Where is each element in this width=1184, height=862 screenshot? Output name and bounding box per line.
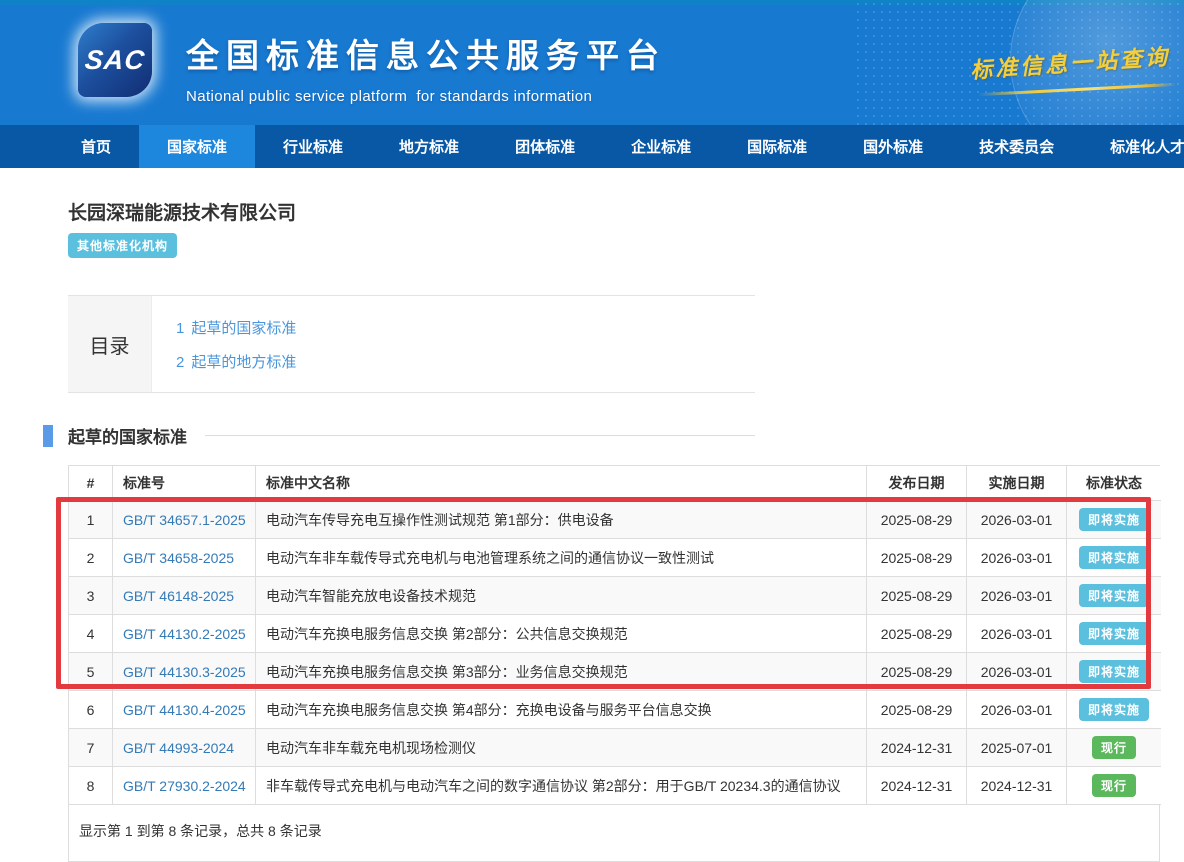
standard-number-link[interactable]: GB/T 44993-2024 — [123, 740, 234, 756]
status-badge: 即将实施 — [1079, 698, 1149, 721]
row-index: 7 — [69, 729, 113, 767]
status-badge: 即将实施 — [1079, 508, 1149, 531]
table-row: 6 GB/T 44130.4-2025 电动汽车充换电服务信息交换 第4部分：充… — [69, 691, 1161, 729]
table-row: 2 GB/T 34658-2025 电动汽车非车载传导式充电机与电池管理系统之间… — [69, 539, 1161, 577]
col-header-name: 标准中文名称 — [256, 466, 867, 501]
standard-name: 电动汽车充换电服务信息交换 第2部分：公共信息交换规范 — [256, 615, 867, 653]
row-index: 8 — [69, 767, 113, 805]
publish-date: 2025-08-29 — [867, 577, 967, 615]
content-area: 长园深瑞能源技术有限公司 其他标准化机构 目录 1起草的国家标准2起草的地方标准… — [0, 203, 1184, 862]
table-row: 7 GB/T 44993-2024 电动汽车非车载充电机现场检测仪 2024-1… — [69, 729, 1161, 767]
implement-date: 2024-12-31 — [967, 767, 1067, 805]
implement-date: 2026-03-01 — [967, 615, 1067, 653]
toc-label: 目录 — [68, 296, 152, 392]
implement-date: 2025-07-01 — [967, 729, 1067, 767]
standard-name: 非车载传导式充电机与电动汽车之间的数字通信协议 第2部分：用于GB/T 2023… — [256, 767, 867, 805]
sac-logo-text: SAC — [83, 45, 146, 76]
nav-item[interactable]: 国家标准 — [139, 125, 255, 168]
implement-date: 2026-03-01 — [967, 539, 1067, 577]
row-index: 3 — [69, 577, 113, 615]
toc-link[interactable]: 1起草的国家标准 — [176, 317, 296, 338]
implement-date: 2026-03-01 — [967, 691, 1067, 729]
site-header: SAC 全国标准信息公共服务平台 National public service… — [0, 0, 1184, 125]
standard-name: 电动汽车传导充电互操作性测试规范 第1部分：供电设备 — [256, 501, 867, 539]
status-badge: 即将实施 — [1079, 584, 1149, 607]
section-marker — [43, 425, 53, 447]
table-header-row: # 标准号 标准中文名称 发布日期 实施日期 标准状态 — [69, 466, 1161, 501]
table-of-contents: 目录 1起草的国家标准 2起草的地方标准 — [68, 295, 755, 393]
standard-name: 电动汽车智能充放电设备技术规范 — [256, 577, 867, 615]
col-header-status: 标准状态 — [1067, 466, 1161, 501]
section-divider — [205, 435, 755, 436]
table-row: 4 GB/T 44130.2-2025 电动汽车充换电服务信息交换 第2部分：公… — [69, 615, 1161, 653]
standard-name: 电动汽车充换电服务信息交换 第3部分：业务信息交换规范 — [256, 653, 867, 691]
nav-item[interactable]: 技术委员会 — [951, 125, 1082, 168]
standards-table: # 标准号 标准中文名称 发布日期 实施日期 标准状态 1 GB/T 34657… — [69, 466, 1161, 805]
nav-item[interactable]: 企业标准 — [603, 125, 719, 168]
publish-date: 2025-08-29 — [867, 615, 967, 653]
table-row: 1 GB/T 34657.1-2025 电动汽车传导充电互操作性测试规范 第1部… — [69, 501, 1161, 539]
row-index: 5 — [69, 653, 113, 691]
col-header-impl-date: 实施日期 — [967, 466, 1067, 501]
section-header: 起草的国家标准 — [43, 423, 755, 448]
site-subtitle: National public service platform for sta… — [186, 88, 666, 105]
status-badge: 即将实施 — [1079, 622, 1149, 645]
standard-number-link[interactable]: GB/T 44130.2-2025 — [123, 626, 246, 642]
standard-name: 电动汽车充换电服务信息交换 第4部分：充换电设备与服务平台信息交换 — [256, 691, 867, 729]
implement-date: 2026-03-01 — [967, 653, 1067, 691]
standard-number-link[interactable]: GB/T 34657.1-2025 — [123, 512, 246, 528]
org-type-badge: 其他标准化机构 — [68, 233, 177, 258]
nav-item[interactable]: 行业标准 — [255, 125, 371, 168]
publish-date: 2024-12-31 — [867, 729, 967, 767]
standard-number-link[interactable]: GB/T 44130.3-2025 — [123, 664, 246, 680]
implement-date: 2026-03-01 — [967, 577, 1067, 615]
standard-number-link[interactable]: GB/T 27930.2-2024 — [123, 778, 246, 794]
site-brand: 全国标准信息公共服务平台 National public service pla… — [186, 29, 666, 105]
row-index: 2 — [69, 539, 113, 577]
nav-item[interactable]: 标准化人才 — [1082, 125, 1184, 168]
col-header-index: # — [69, 466, 113, 501]
col-header-pub-date: 发布日期 — [867, 466, 967, 501]
col-header-std-no: 标准号 — [113, 466, 256, 501]
standard-number-link[interactable]: GB/T 46148-2025 — [123, 588, 234, 604]
standards-table-container: # 标准号 标准中文名称 发布日期 实施日期 标准状态 1 GB/T 34657… — [68, 465, 1160, 862]
publish-date: 2025-08-29 — [867, 653, 967, 691]
nav-item[interactable]: 国外标准 — [835, 125, 951, 168]
company-name: 长园深瑞能源技术有限公司 — [68, 203, 1184, 225]
standard-name: 电动汽车非车载充电机现场检测仪 — [256, 729, 867, 767]
main-nav: 首页国家标准行业标准地方标准团体标准企业标准国际标准国外标准技术委员会标准化人才 — [0, 125, 1184, 168]
standard-number-link[interactable]: GB/T 44130.4-2025 — [123, 702, 246, 718]
implement-date: 2026-03-01 — [967, 501, 1067, 539]
status-badge: 即将实施 — [1079, 660, 1149, 683]
status-badge: 现行 — [1092, 736, 1136, 759]
publish-date: 2025-08-29 — [867, 691, 967, 729]
table-row: 3 GB/T 46148-2025 电动汽车智能充放电设备技术规范 2025-0… — [69, 577, 1161, 615]
row-index: 1 — [69, 501, 113, 539]
nav-item[interactable]: 地方标准 — [371, 125, 487, 168]
nav-item[interactable]: 团体标准 — [487, 125, 603, 168]
record-count-summary: 显示第 1 到第 8 条记录，总共 8 条记录 — [69, 805, 1159, 861]
publish-date: 2024-12-31 — [867, 767, 967, 805]
row-index: 6 — [69, 691, 113, 729]
table-row: 8 GB/T 27930.2-2024 非车载传导式充电机与电动汽车之间的数字通… — [69, 767, 1161, 805]
nav-item[interactable]: 国际标准 — [719, 125, 835, 168]
sac-logo[interactable]: SAC — [78, 23, 152, 97]
standard-name: 电动汽车非车载传导式充电机与电池管理系统之间的通信协议一致性测试 — [256, 539, 867, 577]
standard-number-link[interactable]: GB/T 34658-2025 — [123, 550, 234, 566]
section-title: 起草的国家标准 — [68, 423, 187, 448]
toc-links: 1起草的国家标准 2起草的地方标准 — [152, 296, 296, 392]
publish-date: 2025-08-29 — [867, 539, 967, 577]
row-index: 4 — [69, 615, 113, 653]
publish-date: 2025-08-29 — [867, 501, 967, 539]
site-title: 全国标准信息公共服务平台 — [186, 29, 666, 77]
nav-item[interactable]: 首页 — [53, 125, 139, 168]
toc-link[interactable]: 2起草的地方标准 — [176, 351, 296, 372]
status-badge: 即将实施 — [1079, 546, 1149, 569]
table-row: 5 GB/T 44130.3-2025 电动汽车充换电服务信息交换 第3部分：业… — [69, 653, 1161, 691]
status-badge: 现行 — [1092, 774, 1136, 797]
